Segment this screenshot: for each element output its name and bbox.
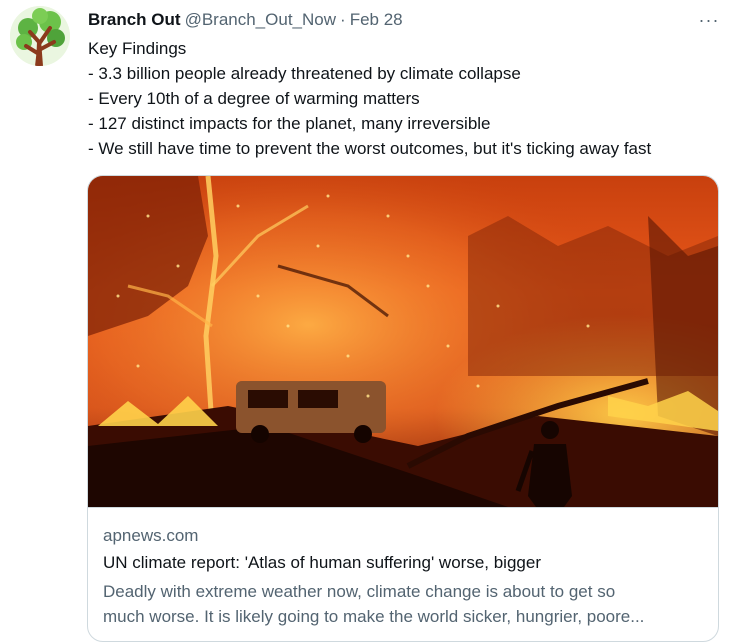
tweet-line: - Every 10th of a degree of warming matt… <box>88 89 420 108</box>
card-description: Deadly with extreme weather now, climate… <box>103 579 708 629</box>
tweet-line: - We still have time to prevent the wors… <box>88 139 652 158</box>
author-name[interactable]: Branch Out <box>88 10 181 30</box>
card-divider <box>88 507 718 508</box>
card-image[interactable] <box>88 176 718 507</box>
card-domain: apnews.com <box>103 526 199 545</box>
card-title[interactable]: UN climate report: 'Atlas of human suffe… <box>103 553 541 573</box>
tweet[interactable]: Branch Out @Branch_Out_Now · Feb 28 ··· … <box>0 0 739 644</box>
tweet-text: Key Findings - 3.3 billion people alread… <box>88 36 728 161</box>
tweet-header: Branch Out @Branch_Out_Now · Feb 28 <box>88 10 403 32</box>
link-card[interactable]: apnews.com UN climate report: 'Atlas of … <box>87 175 719 642</box>
separator-dot: · <box>340 10 346 29</box>
avatar[interactable] <box>10 6 70 66</box>
wildfire-photo <box>88 176 718 507</box>
author-handle[interactable]: @Branch_Out_Now <box>185 10 336 30</box>
card-description-line: Deadly with extreme weather now, climate… <box>103 582 616 601</box>
tweet-line: - 3.3 billion people already threatened … <box>88 64 521 83</box>
tweet-line: - 127 distinct impacts for the planet, m… <box>88 114 491 133</box>
tree-icon <box>10 6 70 66</box>
card-description-line: much worse. It is likely going to make t… <box>103 607 645 626</box>
tweet-date[interactable]: Feb 28 <box>350 10 403 30</box>
more-options-icon[interactable]: ··· <box>694 8 724 32</box>
tweet-line: Key Findings <box>88 39 187 58</box>
